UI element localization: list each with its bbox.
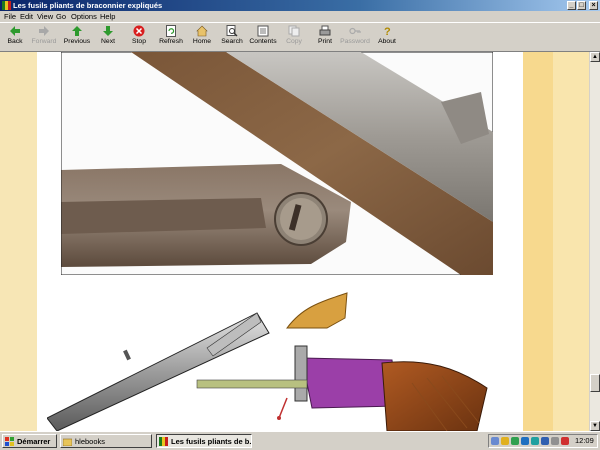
refresh-icon: [165, 25, 177, 37]
password-button: Password: [338, 23, 372, 51]
task-hlebooks[interactable]: hlebooks: [60, 434, 152, 448]
app-icon: [2, 1, 11, 10]
about-label: About: [378, 38, 396, 45]
print-button[interactable]: Print: [308, 23, 342, 51]
folding-gun-illustration: [47, 292, 488, 431]
forward-button: Forward: [27, 23, 61, 51]
app-icon: [159, 437, 168, 446]
copy-icon: [288, 25, 300, 37]
print-icon: [319, 25, 331, 37]
menu-edit[interactable]: Edit: [20, 11, 33, 22]
question-icon: ?: [381, 25, 393, 38]
folder-icon: [62, 437, 73, 447]
copy-button: Copy: [277, 23, 311, 51]
page-band-right: [523, 52, 553, 431]
next-button[interactable]: Next: [91, 23, 125, 51]
arrow-right-icon: [38, 25, 50, 37]
sync-icon[interactable]: [531, 437, 539, 445]
page-margin-left: [0, 52, 37, 431]
stop-label: Stop: [132, 38, 146, 45]
menu-file[interactable]: File: [4, 11, 16, 22]
scroll-down-button[interactable]: ▼: [590, 421, 600, 431]
refresh-label: Refresh: [159, 38, 183, 45]
stop-icon: [133, 25, 145, 37]
antivirus-icon[interactable]: [561, 437, 569, 445]
contents-label: Contents: [249, 38, 277, 45]
start-label: Démarrer: [17, 437, 51, 446]
menu-view[interactable]: View: [37, 11, 53, 22]
page-body: [37, 52, 523, 431]
task-label: Les fusils pliants de b...: [171, 437, 252, 446]
menu-options[interactable]: Options: [71, 11, 97, 22]
close-button[interactable]: ×: [589, 1, 598, 10]
start-button[interactable]: Démarrer: [2, 434, 57, 448]
task-label: hlebooks: [75, 437, 106, 446]
update-icon[interactable]: [511, 437, 519, 445]
home-icon: [196, 25, 208, 37]
content-area: [0, 52, 589, 431]
menu-bar: File Edit View Go Options Help: [0, 11, 600, 22]
speaker-icon[interactable]: [551, 437, 559, 445]
contents-button[interactable]: Contents: [246, 23, 280, 51]
search-icon: [226, 25, 238, 37]
key-icon: [349, 25, 361, 37]
task-ebook-window[interactable]: Les fusils pliants de b...: [156, 434, 252, 448]
about-button[interactable]: ? About: [370, 23, 404, 51]
previous-button[interactable]: Previous: [60, 23, 94, 51]
page-margin-right: [553, 52, 589, 431]
next-label: Next: [101, 38, 115, 45]
arrow-up-icon: [71, 25, 83, 37]
vertical-scrollbar[interactable]: ▲ ▼: [589, 52, 600, 431]
search-button[interactable]: Search: [215, 23, 249, 51]
network-icon[interactable]: [491, 437, 499, 445]
forward-label: Forward: [31, 38, 57, 45]
menu-go[interactable]: Go: [56, 11, 66, 22]
menu-help[interactable]: Help: [100, 11, 115, 22]
taskbar: Démarrer hlebooks Les fusils pliants de …: [0, 431, 600, 450]
monitor-icon[interactable]: [521, 437, 529, 445]
copy-label: Copy: [286, 38, 302, 45]
toolbar: Back Forward Previous Next Stop Refresh …: [0, 22, 600, 52]
previous-label: Previous: [63, 38, 91, 45]
search-label: Search: [221, 38, 243, 45]
system-tray: 12:09: [488, 434, 598, 448]
clock: 12:09: [575, 436, 594, 445]
window-title-bar: Les fusils pliants de braconnier expliqu…: [0, 0, 600, 11]
minimize-button[interactable]: _: [567, 1, 576, 10]
display-icon[interactable]: [541, 437, 549, 445]
windows-logo-icon: [5, 437, 14, 446]
scroll-thumb[interactable]: [590, 374, 600, 392]
mechanism-photo: [61, 52, 493, 275]
refresh-button[interactable]: Refresh: [154, 23, 188, 51]
window-title: Les fusils pliants de braconnier expliqu…: [13, 1, 163, 10]
arrow-down-icon: [102, 25, 114, 37]
shield-icon[interactable]: [501, 437, 509, 445]
home-label: Home: [192, 38, 212, 45]
home-button[interactable]: Home: [185, 23, 219, 51]
arrow-left-icon: [9, 25, 21, 37]
maximize-button[interactable]: □: [577, 1, 586, 10]
print-label: Print: [318, 38, 332, 45]
stop-button[interactable]: Stop: [122, 23, 156, 51]
contents-icon: [257, 25, 269, 37]
svg-text:?: ?: [384, 26, 391, 37]
password-label: Password: [340, 38, 370, 45]
scroll-up-button[interactable]: ▲: [590, 52, 600, 62]
